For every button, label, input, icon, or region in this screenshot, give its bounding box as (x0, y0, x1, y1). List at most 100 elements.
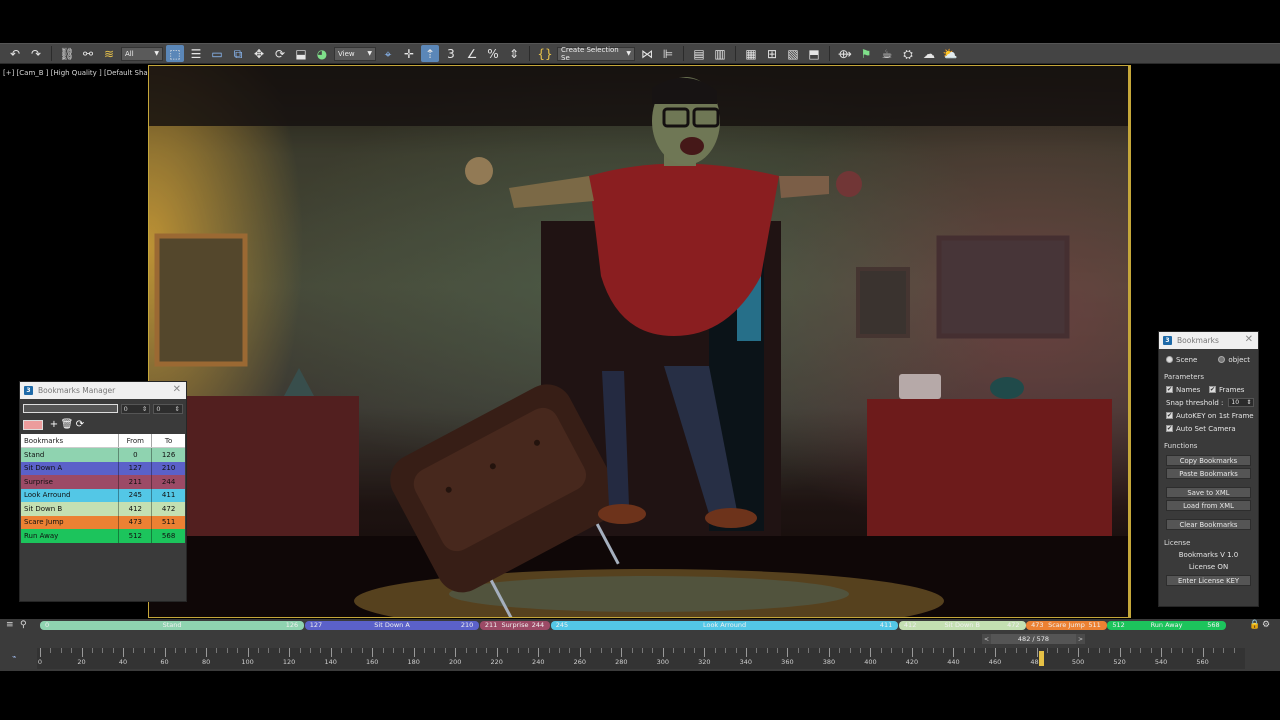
redo-icon[interactable]: ↷ (27, 45, 45, 62)
spinner-arrows-icon[interactable]: ⇕ (1246, 399, 1251, 406)
camera-viewport[interactable] (148, 65, 1131, 618)
bind-space-warp-icon[interactable]: ≋ (100, 45, 118, 62)
bookmark-segment[interactable]: 512 Run Away 568 (1107, 621, 1226, 630)
radio-scene[interactable]: Scene (1166, 356, 1197, 364)
unlink-icon[interactable]: ⚯ (79, 45, 97, 62)
table-row[interactable]: Sit Down A 127 210 (21, 461, 185, 475)
previous-frame-icon[interactable]: < (982, 634, 991, 644)
angle-snap-icon[interactable]: ∠ (463, 45, 481, 62)
link-icon[interactable]: ⛓ (58, 45, 76, 62)
time-slider[interactable]: < 482 / 578 > (982, 634, 1085, 644)
render-iterative-icon[interactable]: ⛭ (899, 45, 917, 62)
timeline-track[interactable]: 0 20 40 60 80 100 120 140 160 180 200 220 240 260 280 3… (37, 648, 1245, 669)
selection-filter-dropdown[interactable]: All ▼ (121, 46, 163, 61)
column-header-bookmarks[interactable]: Bookmarks (21, 434, 120, 447)
named-selection-dropdown[interactable]: Create Selection Se ▼ (557, 46, 635, 62)
spinner-snap-icon[interactable]: ⇕ (505, 45, 523, 62)
save-to-xml-button[interactable]: Save to XML (1166, 487, 1251, 498)
window-crossing-icon[interactable]: ⧉ (229, 45, 247, 62)
column-header-to[interactable]: To (152, 434, 185, 447)
mirror-icon[interactable]: ⋈ (638, 45, 656, 62)
bookmark-from-spinner[interactable]: 0 ⇕ (120, 403, 151, 414)
reference-coordinate-value: View (338, 49, 355, 58)
bookmark-name-input[interactable] (23, 404, 118, 413)
bookmark-segment[interactable]: 127 Sit Down A 210 (304, 621, 480, 630)
table-row[interactable]: Surprise 211 244 (21, 475, 185, 489)
gear-icon[interactable]: ⚙ (1262, 620, 1270, 630)
bookmark-segment[interactable]: 211 Surprise 244 (479, 621, 551, 630)
auto-set-camera-checkbox[interactable]: ✔ (1166, 425, 1173, 432)
bookmark-input-row: 0 ⇕ 0 ⇕ (20, 401, 186, 416)
table-row[interactable]: Scare Jump 473 511 (21, 515, 185, 529)
refresh-icon[interactable]: ⟳ (75, 420, 85, 430)
edit-named-selection-icon[interactable]: {} (536, 45, 554, 62)
column-header-from[interactable]: From (119, 434, 153, 447)
viewport-label[interactable]: [+] [Cam_B ] [High Quality ] [Default Sh… (3, 69, 168, 77)
select-manipulate-icon[interactable]: ✛ (400, 45, 418, 62)
names-checkbox[interactable]: ✔ (1166, 386, 1173, 393)
paste-bookmarks-button[interactable]: Paste Bookmarks (1166, 468, 1251, 479)
select-object-icon[interactable]: ⬚ (166, 45, 184, 62)
bookmark-segment[interactable]: 0 Stand 126 (40, 621, 305, 630)
close-icon[interactable]: ✕ (173, 384, 181, 395)
scale-icon[interactable]: ⬓ (292, 45, 310, 62)
menu-icon[interactable]: ≡ (6, 620, 14, 630)
add-icon[interactable]: + (49, 420, 59, 430)
bookmark-segment[interactable]: 245 Look Arround 411 (550, 621, 899, 630)
table-row[interactable]: Look Arround 245 411 (21, 488, 185, 502)
lock-icon[interactable]: 🔒 (1249, 620, 1260, 630)
rotate-icon[interactable]: ⟳ (271, 45, 289, 62)
bookmark-color-swatch[interactable] (23, 420, 43, 430)
enter-license-key-button[interactable]: Enter License KEY (1166, 575, 1251, 586)
time-scrubber[interactable] (1038, 651, 1044, 666)
reference-coordinate-dropdown[interactable]: View ▼ (334, 46, 376, 61)
table-row[interactable]: Sit Down B 412 472 (21, 502, 185, 516)
rendered-frame-window-icon[interactable]: ⟴ (836, 45, 854, 62)
select-by-name-icon[interactable]: ☰ (187, 45, 205, 62)
percent-snap-icon[interactable]: % (484, 45, 502, 62)
bookmarks-manager-titlebar[interactable]: 3 Bookmarks Manager ✕ (20, 382, 186, 399)
rectangular-selection-icon[interactable]: ▭ (208, 45, 226, 62)
move-icon[interactable]: ✥ (250, 45, 268, 62)
autokey-checkbox[interactable]: ✔ (1166, 412, 1173, 419)
bookmarks-panel-titlebar[interactable]: 3 Bookmarks ✕ (1159, 332, 1258, 349)
bookmark-segment[interactable]: 473 Scare Jump 511 (1026, 621, 1107, 630)
render-production-icon[interactable]: ☕ (878, 45, 896, 62)
frames-checkbox[interactable]: ✔ (1209, 386, 1216, 393)
pivot-center-icon[interactable]: ⌖ (379, 45, 397, 62)
frame-counter[interactable]: 482 / 578 (991, 634, 1076, 644)
align-icon[interactable]: ⊫ (659, 45, 677, 62)
key-filter-icon[interactable]: ⚲ (20, 620, 27, 630)
layer-explorer-icon[interactable]: ▤ (690, 45, 708, 62)
spinner-arrows-icon[interactable]: ⇕ (142, 405, 147, 413)
keyboard-shortcut-override-icon[interactable]: ⇡ (421, 45, 439, 62)
next-frame-icon[interactable]: > (1076, 634, 1085, 644)
undo-icon[interactable]: ↶ (6, 45, 24, 62)
bookmark-to-spinner[interactable]: 0 ⇕ (153, 403, 183, 414)
toggle-ribbon-icon[interactable]: ▥ (711, 45, 729, 62)
curve-editor-toggle-icon[interactable]: ⌁ (12, 653, 16, 661)
render-cloud-icon[interactable]: ⛅ (941, 45, 959, 62)
material-editor-icon[interactable]: ▧ (784, 45, 802, 62)
table-row[interactable]: Stand 0 126 (21, 448, 185, 462)
render-activeshade-icon[interactable]: ☁ (920, 45, 938, 62)
snap-threshold-spinner[interactable]: 10 ⇕ (1228, 398, 1255, 407)
radio-object[interactable]: object (1218, 356, 1250, 364)
placement-icon[interactable]: ◕ (313, 45, 331, 62)
clear-bookmarks-button[interactable]: Clear Bookmarks (1166, 519, 1251, 530)
table-row[interactable]: Run Away 512 568 (21, 529, 185, 543)
delete-icon[interactable]: 🗑 (61, 420, 74, 430)
spinner-arrows-icon[interactable]: ⇕ (175, 405, 180, 413)
bookmarks-panel-title: Bookmarks (1177, 336, 1219, 345)
ruler-tick (1057, 648, 1059, 653)
snaps-toggle-icon[interactable]: 3 (442, 45, 460, 62)
close-icon[interactable]: ✕ (1245, 334, 1253, 345)
schematic-view-icon[interactable]: ⊞ (763, 45, 781, 62)
render-setup-icon[interactable]: ⬒ (805, 45, 823, 62)
bookmark-segment[interactable]: 412 Sit Down B 472 (898, 621, 1026, 630)
load-from-xml-button[interactable]: Load from XML (1166, 500, 1251, 511)
copy-bookmarks-button[interactable]: Copy Bookmarks (1166, 455, 1251, 466)
bookmark-icon[interactable]: ⚑ (857, 45, 875, 62)
curve-editor-icon[interactable]: ▦ (742, 45, 760, 62)
segment-name-label: Look Arround (702, 621, 747, 629)
